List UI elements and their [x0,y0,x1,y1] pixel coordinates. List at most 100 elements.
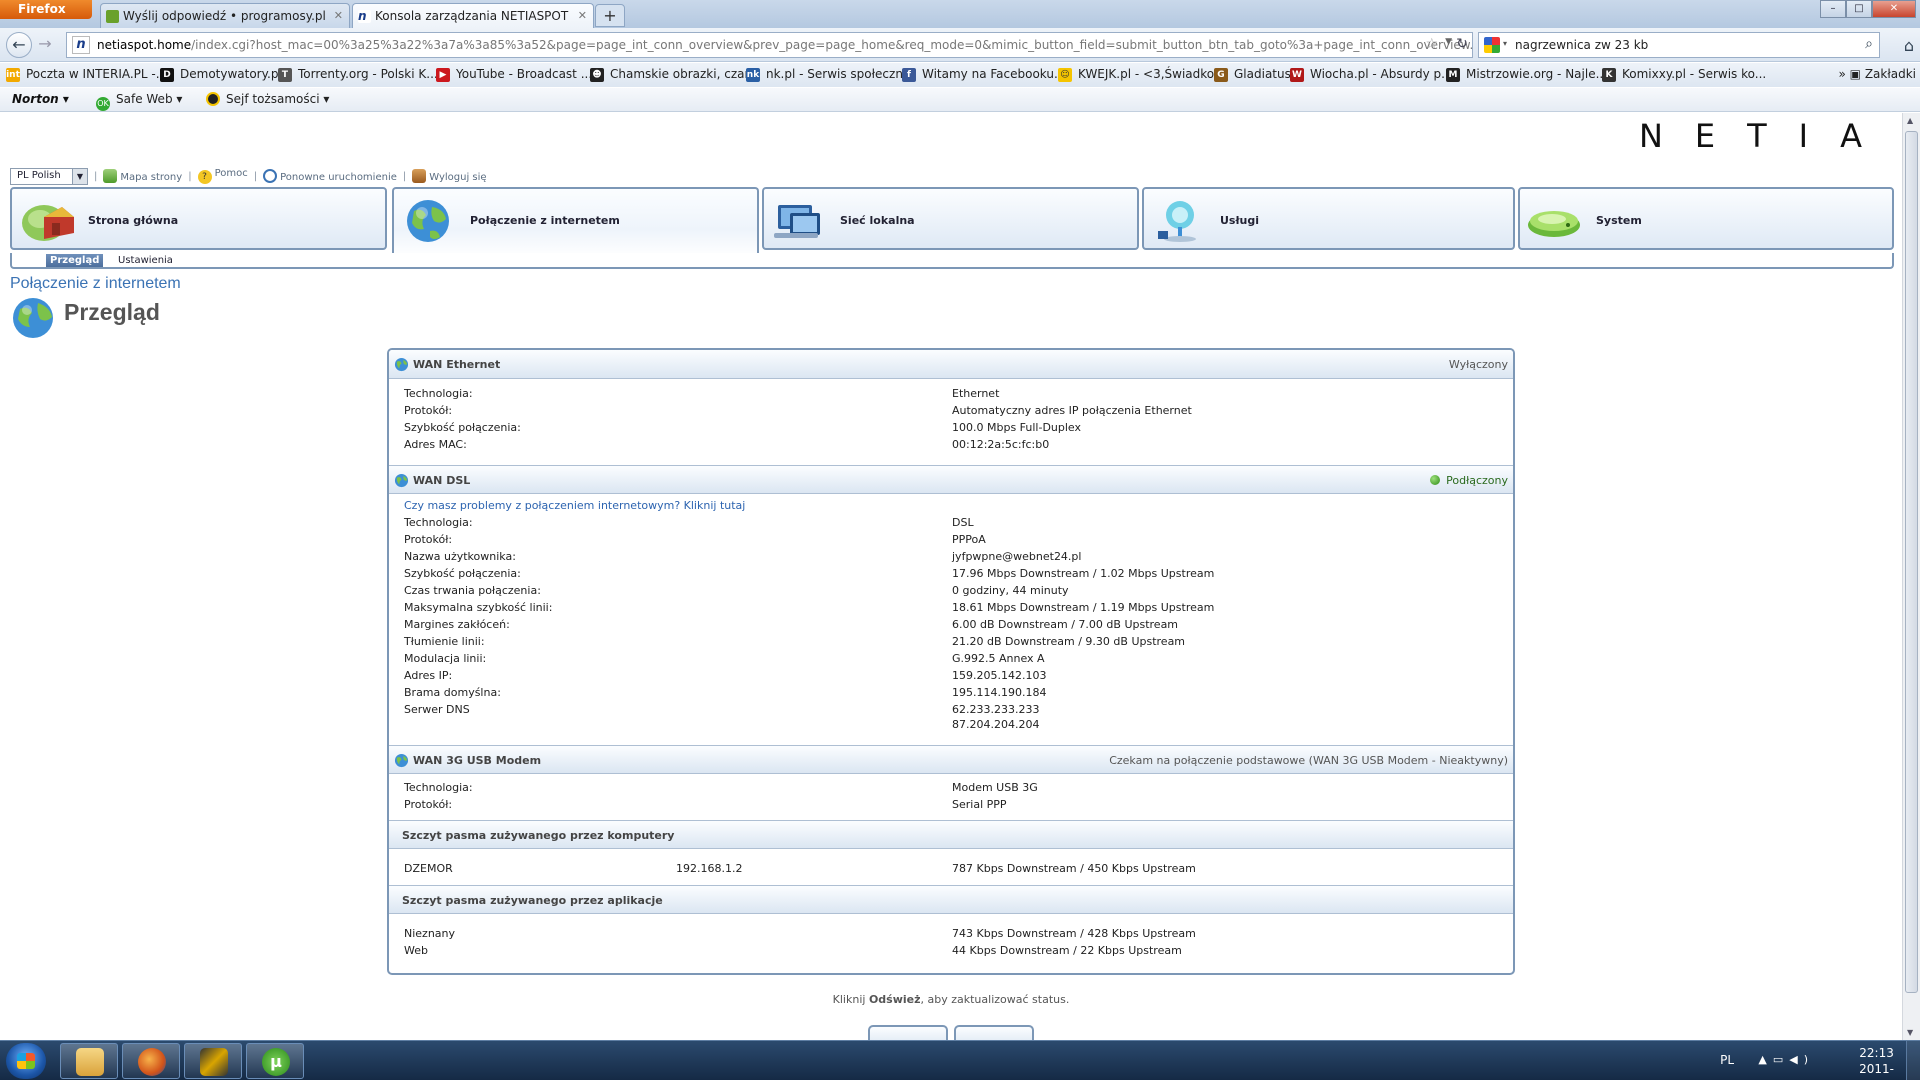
help-link[interactable]: Czy masz problemy z połączeniem internet… [404,499,745,512]
home-icon [22,205,74,241]
windows-taskbar: µ PL ▲▭◀) 22:13 2011-10-31 [0,1040,1920,1080]
scroll-up-icon[interactable]: ▲ [1907,116,1913,125]
identity-safe-menu[interactable]: Sejf tożsamości ▾ [206,92,329,106]
search-icon[interactable]: ⌕ [1865,36,1873,52]
youtube-icon: ▶ [436,68,450,82]
bookmarks-menu[interactable]: » ▣ Zakładki [1839,67,1917,81]
back-page-button[interactable] [868,1025,948,1040]
tab-netiaspot[interactable]: n Konsola zarządzania NETIASPOT ✕ [352,3,594,28]
navigation-toolbar: ← → n netiaspot.home/index.cgi?host_mac=… [0,28,1920,62]
table-row: Nieznany 743 Kbps Downstream / 428 Kbps U… [404,927,1196,940]
site-identity-icon[interactable]: n [72,36,90,54]
sitemap-link[interactable]: Mapa strony [103,169,182,183]
close-tab-icon[interactable]: ✕ [334,9,343,22]
tab-local-network[interactable]: Sieć lokalna [762,187,1139,250]
forward-button[interactable]: → [34,32,56,58]
windows-logo-icon [17,1053,35,1069]
start-button[interactable] [6,1043,46,1079]
subtab-overview[interactable]: Przegląd [46,254,104,267]
komixxy-icon: K [1602,68,1616,82]
maximize-icon[interactable]: □ [1846,0,1872,18]
bookmark-item[interactable]: W Wiocha.pl - Absurdy p... [1290,67,1453,82]
minimize-icon[interactable]: – [1820,0,1846,18]
bookmark-item[interactable]: nk nk.pl - Serwis społeczn... [746,67,914,82]
google-search-engine-icon[interactable] [1484,37,1500,53]
language-select[interactable]: PL Polish ▼ [10,167,88,185]
chamskie-icon: ☻ [590,68,604,82]
demotywatory-icon: D [160,68,174,82]
show-hidden-icons-icon[interactable]: ▲ [1758,1053,1772,1066]
breadcrumb[interactable]: Połączenie z internetem [10,275,181,293]
bookmark-item[interactable]: G Gladiatus [1214,67,1291,82]
bookmark-item[interactable]: ☻ Chamskie obrazki, czar... [590,67,760,82]
vertical-scrollbar[interactable]: ▲ ▼ [1902,113,1920,1040]
chevron-right-icon: » [1838,67,1850,81]
globe-icon [394,473,409,488]
bookmark-item[interactable]: M Mistrzowie.org - Najle... [1446,67,1607,82]
tab-programosy[interactable]: Wyślij odpowiedź • programosy.pl ✕ [100,3,350,28]
info-row: Technologia: DSL [404,516,974,529]
kwejk-icon: ☺ [1058,68,1072,82]
wiocha-icon: W [1290,68,1304,82]
bookmark-item[interactable]: K Komixxy.pl - Serwis ko... [1602,67,1766,82]
page-title: Przegląd [64,299,160,325]
status-badge: Wyłączony [1448,358,1508,371]
bookmark-item[interactable]: T Torrenty.org - Polski K... [278,67,438,82]
bookmark-item[interactable]: D Demotywatory.pl [160,67,282,82]
scrollbar-thumb[interactable] [1905,131,1918,993]
taskbar-firefox[interactable] [122,1043,180,1079]
restart-link[interactable]: Ponowne uruchomienie [263,169,397,183]
reload-icon[interactable]: ↻ [1456,36,1468,52]
tab-home[interactable]: Strona główna [10,187,387,250]
taskbar-winamp[interactable] [184,1043,242,1079]
bookmark-item[interactable]: f Witamy na Facebooku... [902,67,1065,82]
search-bar[interactable]: ▾ nagrzewnica zw 23 kb ⌕ [1478,32,1880,58]
info-row: Protokół: Automatyczny adres IP połączeni… [404,404,1192,417]
network-tray-icon[interactable]: ▭ [1773,1053,1789,1066]
url-dropdown-icon[interactable]: ▼ [1445,37,1452,47]
info-row: Protokół: Serial PPP [404,798,1007,811]
logout-link[interactable]: Wyloguj się [412,169,487,183]
volume-icon[interactable]: ◀) [1789,1053,1814,1066]
url-host: netiaspot.home [97,38,192,52]
close-tab-icon[interactable]: ✕ [578,9,587,22]
taskbar-explorer[interactable] [60,1043,118,1079]
bookmark-item[interactable]: int Poczta w INTERIA.PL -... [6,67,167,82]
refresh-button[interactable] [954,1025,1034,1040]
back-button[interactable]: ← [6,32,32,58]
language-indicator[interactable]: PL [1720,1053,1734,1067]
firefox-icon [138,1048,166,1076]
help-icon: ? [197,170,212,184]
help-link[interactable]: ? Pomoc [197,168,248,184]
section-title: Szczyt pasma zużywanego przez aplikacje [402,894,663,907]
clock[interactable]: 22:13 2011-10-31 [1859,1045,1894,1080]
safe-web-menu[interactable]: OK Safe Web ▾ [96,92,182,111]
close-window-icon[interactable]: ✕ [1872,0,1916,18]
taskbar-utorrent[interactable]: µ [246,1043,304,1079]
bookmark-item[interactable]: ☺ KWEJK.pl - <3,Świadko... [1058,67,1225,82]
table-row: DZEMOR 192.168.1.2 787 Kbps Downstream /… [404,862,1196,875]
new-tab-button[interactable]: + [595,4,625,27]
scroll-down-icon[interactable]: ▼ [1907,1028,1913,1037]
bookmark-star-icon[interactable]: ☆ [1425,36,1438,52]
page-viewport: NETIA PL Polish ▼ | Mapa strony | ? Pomoc… [0,113,1902,1040]
engine-dropdown-icon[interactable]: ▾ [1503,39,1507,48]
show-desktop-button[interactable] [1906,1041,1920,1080]
firefox-menu-button[interactable]: Firefox [0,0,92,19]
connected-status-icon [1430,475,1441,485]
address-bar[interactable]: n netiaspot.home/index.cgi?host_mac=00%3… [66,32,1473,58]
tab-internet-connection[interactable]: Połączenie z internetem [392,187,759,257]
tab-services[interactable]: Usługi [1142,187,1515,250]
bookmarks-toolbar: int Poczta w INTERIA.PL -... D Demotywator… [0,63,1920,87]
search-input[interactable]: nagrzewnica zw 23 kb [1515,38,1648,52]
bookmark-item[interactable]: ▶ YouTube - Broadcast ... [436,67,592,82]
home-icon[interactable]: ⌂ [1904,36,1914,55]
section-title: WAN DSL [413,474,471,487]
tab-system[interactable]: System [1518,187,1894,250]
info-row: Technologia: Ethernet [404,387,1000,400]
info-row: Tłumienie linii: 21.20 dB Downstream / 9.… [404,635,1186,648]
programosy-favicon-icon [106,10,119,23]
info-row: Modulacja linii: G.992.5 Annex A [404,652,1045,665]
norton-menu[interactable]: Norton ▾ [12,92,69,106]
subtab-settings[interactable]: Ustawienia [114,254,177,267]
